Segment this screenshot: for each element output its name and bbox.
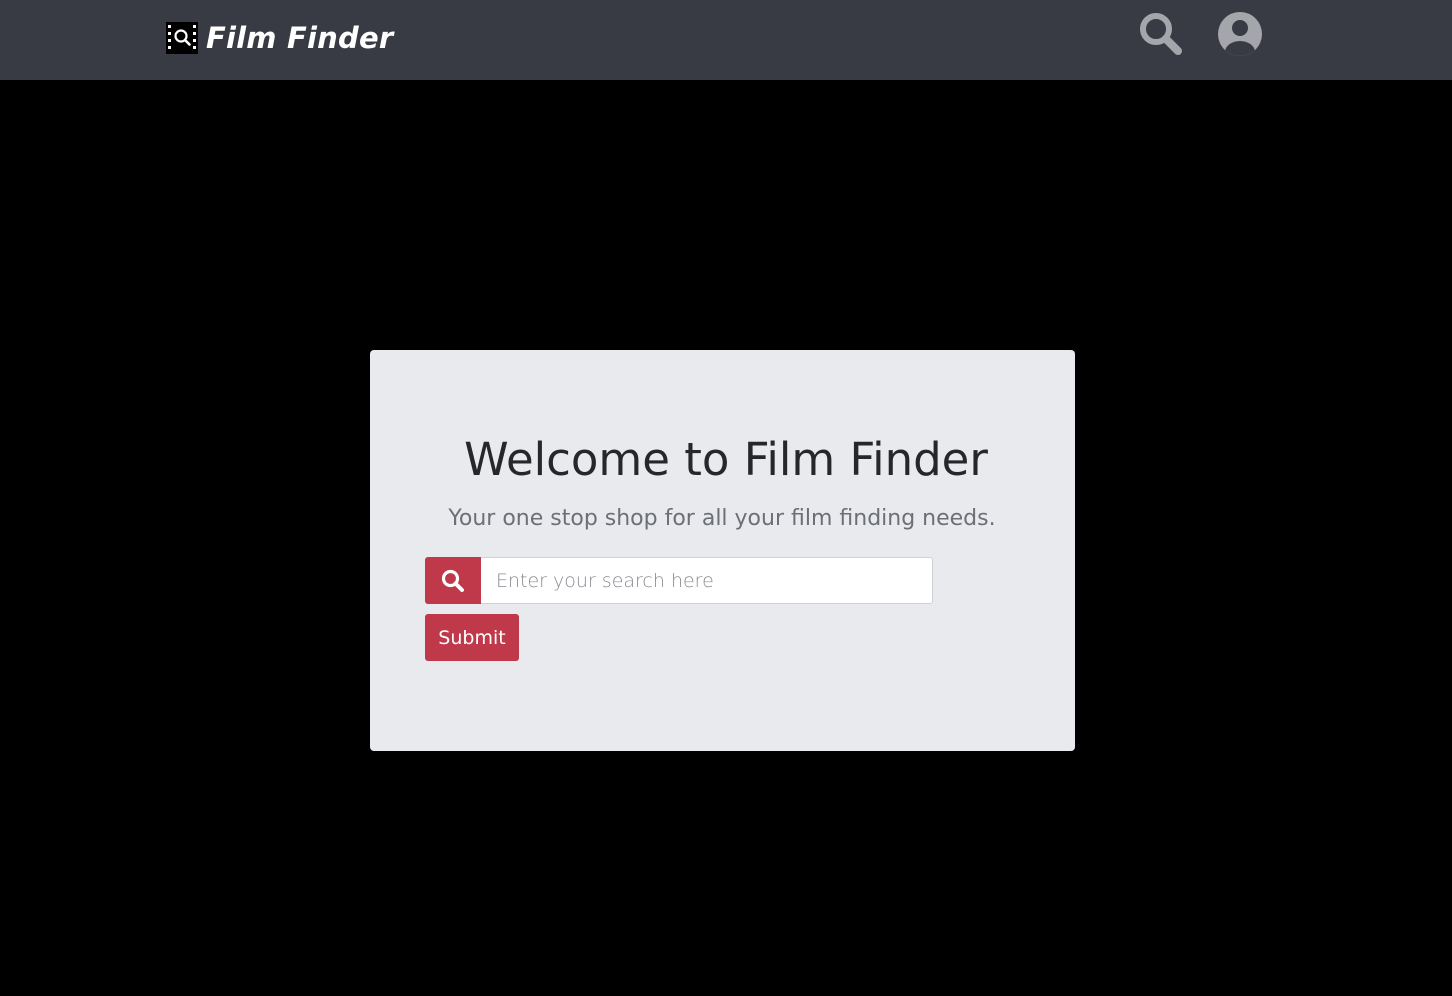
user-circle-icon[interactable] [1216,10,1264,58]
page-title: Welcome to Film Finder [464,433,988,486]
welcome-card [370,350,1075,751]
page-subtitle: Your one stop shop for all your film fin… [448,506,996,531]
top-navbar: Film Finder [0,0,1452,80]
search-input[interactable] [481,557,933,604]
brand-link[interactable]: Film Finder [166,18,393,58]
film-search-icon [166,22,198,54]
search-icon [441,569,464,592]
submit-button[interactable]: Submit [425,614,519,661]
search-icon[interactable] [1136,10,1184,58]
search-button[interactable] [425,557,481,604]
brand-name: Film Finder [206,21,394,55]
